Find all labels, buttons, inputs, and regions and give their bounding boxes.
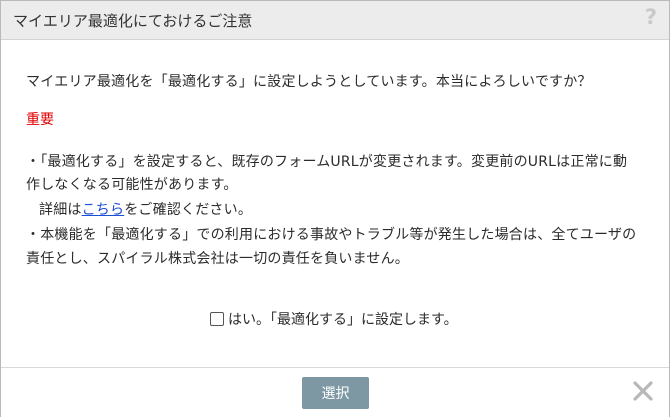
warning-dialog: マイエリア最適化にておけるご注意 ? マイエリア最適化を「最適化する」に設定しよ… xyxy=(0,0,670,417)
details-prefix: 詳細は xyxy=(39,202,82,218)
important-label: 重要 xyxy=(26,112,54,128)
note-line-5: 責任とし、スパイラル株式会社は一切の責任を負いません。 xyxy=(26,251,409,267)
note-line-2: 作しなくなる可能性があります。 xyxy=(26,177,238,193)
help-icon[interactable]: ? xyxy=(645,7,657,28)
confirm-option[interactable]: はい。「最適化する」に設定します。 xyxy=(210,309,458,329)
confirm-checkbox[interactable] xyxy=(210,312,224,326)
note-line-1: ・「最適化する」を設定すると、既存のフォームURLが変更されます。変更前のURL… xyxy=(26,154,628,170)
dialog-content: マイエリア最適化を「最適化する」に設定しようとしています。本当によろしいですか？… xyxy=(1,40,669,367)
confirm-checkbox-label[interactable]: はい。「最適化する」に設定します。 xyxy=(228,309,458,329)
details-link[interactable]: こちら xyxy=(82,202,125,218)
dialog-title: マイエリア最適化にておけるご注意 xyxy=(13,12,253,30)
confirmation-question: マイエリア最適化を「最適化する」に設定しようとしています。本当によろしいですか？ xyxy=(26,74,592,90)
select-button[interactable]: 選択 xyxy=(302,377,369,409)
details-suffix: をご確認ください。 xyxy=(124,202,253,218)
note-details-line: 詳細はこちらをご確認ください。 xyxy=(39,199,252,219)
dialog-footer: 選択 xyxy=(1,367,669,417)
dialog-titlebar: マイエリア最適化にておけるご注意 ? xyxy=(1,1,669,40)
close-icon[interactable] xyxy=(631,379,655,403)
note-line-4: ・本機能を「最適化する」での利用における事故やトラブル等が発生した場合は、全てユ… xyxy=(26,227,637,243)
